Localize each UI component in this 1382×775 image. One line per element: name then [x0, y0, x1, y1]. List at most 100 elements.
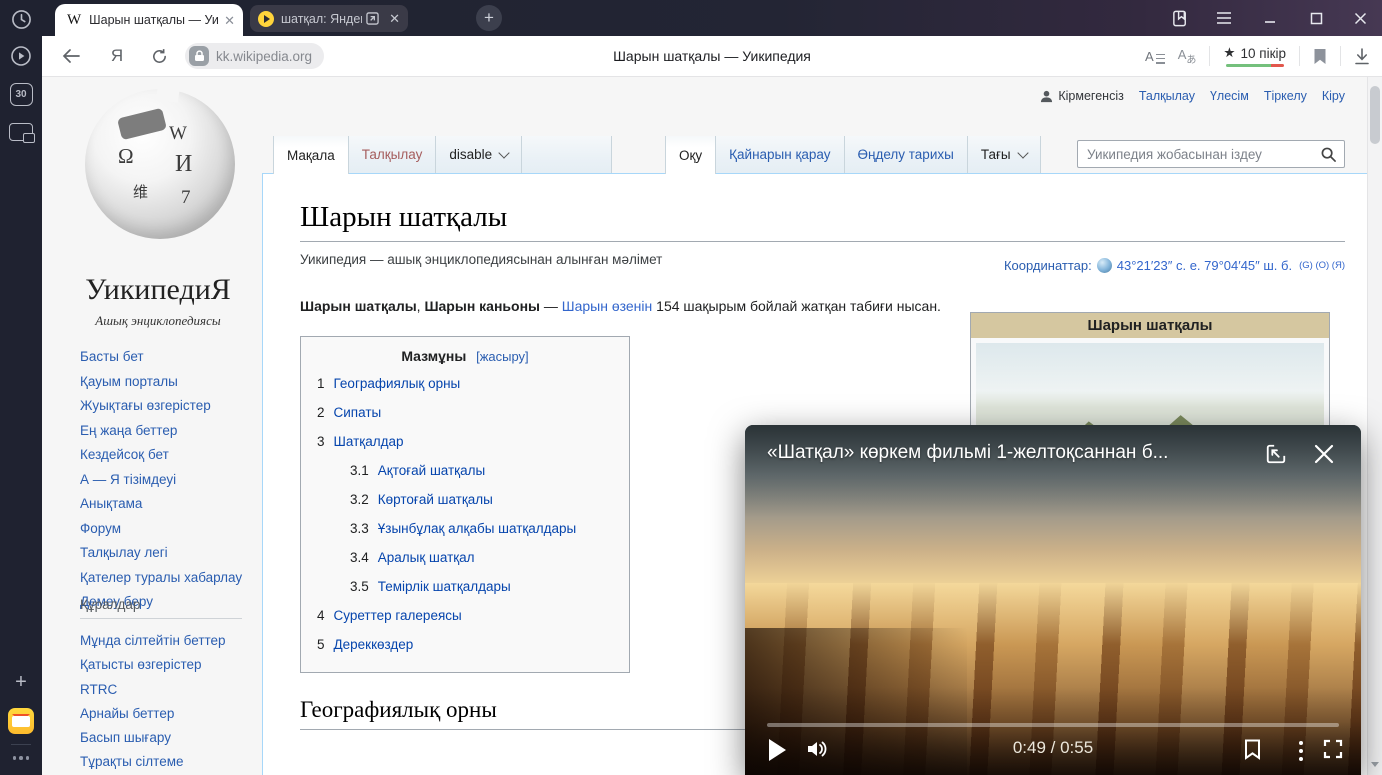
rating-text: 10 пікір	[1241, 46, 1287, 61]
scrollbar-thumb[interactable]	[1370, 86, 1380, 144]
video-progress-bar[interactable]	[767, 723, 1339, 727]
personal-link-register[interactable]: Тіркелу	[1264, 89, 1307, 103]
infobox-title: Шарын шатқалы	[971, 313, 1329, 338]
toolbar-separator	[1209, 46, 1210, 66]
download-button[interactable]	[1354, 48, 1370, 65]
tab-strip: W Шарын шатқалы — Уик ✕ шатқал: Яндекс.В…	[42, 0, 1382, 36]
tab-title: шатқал: Яндекс.Виде	[281, 12, 362, 26]
tab-more[interactable]: Тағы	[968, 136, 1041, 173]
tab-wikipedia[interactable]: W Шарын шатқалы — Уик ✕	[55, 4, 243, 36]
maximize-button[interactable]	[1296, 0, 1336, 36]
sidebar-link: Жуықтағы өзгерістер	[80, 394, 262, 419]
tab-empty	[522, 136, 612, 173]
translate-icon[interactable]: Аあ	[1178, 47, 1197, 66]
yandex-mail-icon[interactable]	[0, 707, 42, 735]
rail-add-button[interactable]: +	[0, 671, 42, 693]
video-title-gradient	[745, 425, 1361, 517]
fullscreen-icon[interactable]	[1319, 735, 1347, 763]
site-rating-widget[interactable]: ★ 10 пікір	[1223, 45, 1286, 67]
lock-icon[interactable]	[189, 46, 209, 66]
sidebar-link: Ең жаңа беттер	[80, 419, 262, 444]
intro-paragraph: Шарын шатқалы, Шарын каньоны — Шарын өзе…	[300, 293, 958, 319]
browser-left-rail: 30 +	[0, 0, 42, 775]
personal-link-contribs[interactable]: Үлесім	[1210, 89, 1249, 103]
rail-overflow-icon[interactable]	[0, 752, 42, 764]
video-bookmark-icon[interactable]	[1239, 735, 1265, 763]
wikipedia-logo[interactable]: W И Ω 7 维	[85, 89, 235, 239]
reader-mode-icon[interactable]: А	[1145, 49, 1165, 64]
scrollbar-down-arrow[interactable]	[1371, 762, 1379, 767]
article-title: Шарын шатқалы	[300, 201, 1345, 242]
page-tabs-left: Мақала Талқылау disable	[273, 136, 612, 174]
toc-item: 3Шатқалдар	[317, 427, 613, 456]
sidebar-link: Талқылау легі	[80, 541, 262, 566]
personal-link-talk[interactable]: Талқылау	[1139, 89, 1195, 103]
more-options-icon[interactable]	[1299, 741, 1303, 761]
back-button[interactable]	[56, 36, 86, 76]
browser-toolbar: Я kk.wikipedia.org Шарын шатқалы — Уикип…	[42, 36, 1382, 77]
sidebar-link: Басты бет	[80, 345, 262, 370]
minimize-button[interactable]	[1250, 0, 1290, 36]
coordinates-value[interactable]: 43°21′23″ с. е. 79°04′45″ ш. б.	[1117, 258, 1292, 273]
address-bar[interactable]: kk.wikipedia.org	[185, 43, 324, 69]
toc-item: 5Дереккөздер	[317, 630, 613, 659]
toolbar-page-title: Шарын шатқалы — Уикипедия	[613, 36, 811, 76]
sidebar-link: Анықтама	[80, 492, 262, 517]
toc-item: 3.1Ақтоғай шатқалы	[317, 456, 613, 485]
search-icon[interactable]	[1321, 147, 1336, 162]
tab-disable[interactable]: disable	[436, 136, 522, 173]
sidebar-link: А — Я тізімдеуі	[80, 468, 262, 493]
personal-link-login[interactable]: Кіру	[1322, 89, 1345, 103]
tab-view-source[interactable]: Қайнарын қарау	[716, 136, 844, 173]
toc-item: 1Географиялық орны	[317, 369, 613, 398]
coordinates-label[interactable]: Координаттар:	[1004, 258, 1092, 273]
tab-close-icon[interactable]: ✕	[224, 14, 235, 27]
toc-item: 3.4Аралық шатқал	[317, 543, 613, 572]
browser-window: 30 + W Шарын шатқалы — Уик ✕ шатқал: Янд…	[0, 0, 1382, 775]
wikipedia-favicon: W	[67, 12, 81, 29]
sidebar-link: Басып шығару	[80, 726, 270, 750]
close-button[interactable]	[1340, 0, 1380, 36]
tab-read[interactable]: Оқу	[665, 136, 716, 174]
search-input[interactable]	[1078, 147, 1321, 162]
bookmark-button[interactable]	[1313, 48, 1327, 65]
new-tab-button[interactable]: +	[476, 5, 502, 31]
calendar-30-icon[interactable]: 30	[0, 83, 42, 105]
pip-video-player[interactable]: «Шатқал» көркем фильмі 1-желтоқсаннан б.…	[745, 425, 1361, 775]
video-controls-gradient	[745, 687, 1361, 775]
geo-globe-icon[interactable]	[1097, 258, 1112, 273]
wiki-search-box	[1077, 140, 1345, 168]
video-play-favicon	[258, 11, 274, 27]
video-service-icon[interactable]	[0, 45, 42, 67]
toolbar-separator	[1299, 46, 1300, 66]
pip-restore-icon[interactable]	[1263, 441, 1289, 467]
toc-item: 3.5Темірлік шатқалдары	[317, 572, 613, 601]
video-title: «Шатқал» көркем фильмі 1-желтоқсаннан б.…	[767, 442, 1245, 464]
rail-divider	[11, 744, 31, 745]
menu-icon[interactable]	[1204, 0, 1244, 36]
bookmarks-panel-icon[interactable]	[1160, 0, 1200, 36]
tab-history[interactable]: Өңделу тарихы	[845, 136, 968, 173]
screenshot-icon[interactable]	[0, 123, 42, 141]
toc-item: 3.2Көртоғай шатқалы	[317, 485, 613, 514]
coordinates-services[interactable]: (G) (O) (Я)	[1299, 260, 1345, 271]
page-scrollbar[interactable]	[1367, 77, 1382, 775]
sidebar-link: RTRC	[80, 678, 270, 702]
pip-close-icon[interactable]	[1311, 441, 1337, 467]
reload-button[interactable]	[144, 36, 174, 76]
tab-article[interactable]: Мақала	[273, 136, 349, 174]
tab-talk[interactable]: Талқылау	[349, 136, 437, 173]
sidebar-link: Кездейсоқ бет	[80, 443, 262, 468]
tab-video[interactable]: шатқал: Яндекс.Виде ✕	[250, 5, 408, 32]
reader-letter: А	[1145, 49, 1154, 64]
wiki-wordmark: УикипедиЯ	[42, 273, 274, 307]
toc-hide-toggle[interactable]: [жасыру]	[476, 349, 529, 364]
sidebar-link: Қатысты өзгерістер	[80, 653, 270, 677]
river-link[interactable]: Шарын өзенін	[562, 298, 653, 314]
rating-bar	[1226, 64, 1284, 67]
pip-tab-icon[interactable]	[366, 12, 379, 25]
yandex-logo-button[interactable]: Я	[102, 36, 132, 76]
history-clock-icon[interactable]	[0, 8, 42, 30]
tab-close-icon[interactable]: ✕	[389, 12, 400, 25]
toc-item: 2Сипаты	[317, 398, 613, 427]
